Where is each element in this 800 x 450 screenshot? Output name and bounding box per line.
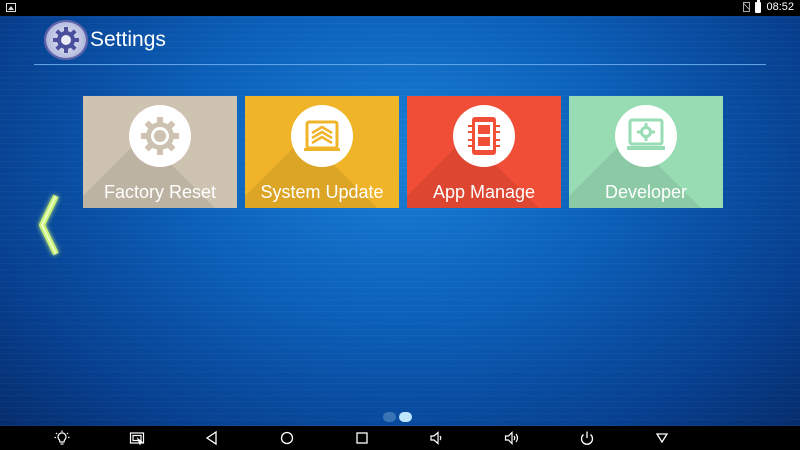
battery-icon: [755, 0, 762, 13]
home-icon[interactable]: [279, 430, 295, 446]
page-dot-active[interactable]: [399, 412, 412, 422]
volume-down-icon[interactable]: [429, 430, 445, 446]
phone-apps-icon: [453, 105, 515, 167]
tile-system-update[interactable]: System Update: [245, 96, 399, 208]
status-indicators: 08:52: [743, 0, 794, 13]
background-lines: [0, 0, 800, 450]
tile-label: App Manage: [432, 182, 536, 202]
tile-label: System Update: [260, 182, 384, 202]
tile-developer[interactable]: Developer: [569, 96, 723, 208]
tile-app-manage[interactable]: App Manage: [407, 96, 561, 208]
recents-icon[interactable]: [354, 430, 370, 446]
page-header: Settings: [44, 18, 166, 62]
hide-bar-icon[interactable]: [654, 430, 670, 446]
previous-page-arrow[interactable]: [34, 190, 64, 260]
page-title: Settings: [90, 28, 166, 51]
settings-gear-icon: [44, 20, 88, 60]
status-bar: 08:52: [0, 0, 800, 16]
settings-tiles: Factory Reset System Update App Manage D…: [83, 96, 723, 208]
screenshot-icon[interactable]: [129, 430, 145, 446]
tile-label: Factory Reset: [103, 182, 217, 202]
page-dot[interactable]: [383, 412, 396, 422]
back-icon[interactable]: [204, 430, 220, 446]
power-icon[interactable]: [579, 430, 595, 446]
brightness-icon[interactable]: [54, 430, 70, 446]
image-notification-icon: [6, 3, 16, 12]
tile-factory-reset[interactable]: Factory Reset: [83, 96, 237, 208]
volume-up-icon[interactable]: [504, 430, 520, 446]
tile-label: Developer: [604, 182, 688, 202]
gear-icon: [129, 105, 191, 167]
layers-icon: [291, 105, 353, 167]
header-divider: [34, 64, 766, 65]
clock: 08:52: [766, 1, 794, 13]
page-indicator: [383, 412, 412, 422]
monitor-gear-icon: [615, 105, 677, 167]
navigation-bar: [0, 426, 800, 450]
no-sim-icon: [743, 2, 751, 12]
